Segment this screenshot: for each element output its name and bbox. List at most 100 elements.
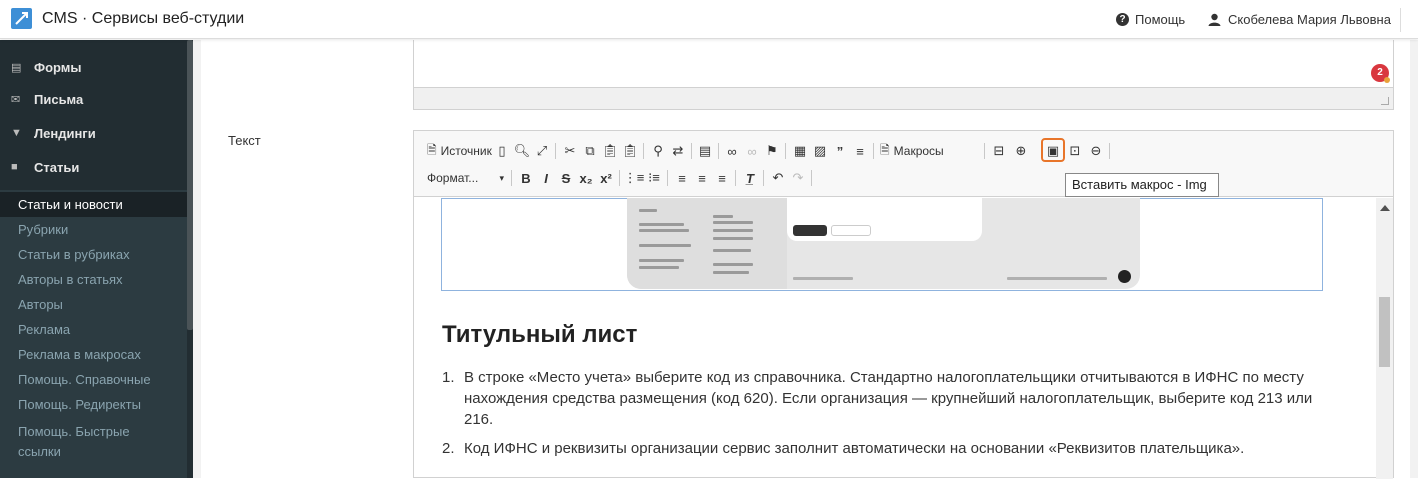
link-icon[interactable]: ∞ — [723, 142, 741, 160]
sidebar-item-help-quick-links[interactable]: Помощь. Быстрые ссылки — [0, 422, 165, 464]
macros-button[interactable]: 🗎 Макросы — [880, 141, 944, 161]
format-select[interactable]: Формат... ▾ — [427, 168, 504, 188]
horizontal-rule-icon[interactable]: ≡ — [851, 142, 869, 160]
question-icon: ? — [1116, 13, 1129, 26]
sidebar-item-articles-in-rubrics[interactable]: Статьи в рубриках — [0, 242, 187, 267]
editor-content[interactable]: Титульный лист 1. В строке «Место учета» … — [414, 198, 1376, 479]
italic-icon[interactable]: I — [537, 169, 555, 187]
sidebar-item-ads[interactable]: Реклама — [0, 317, 187, 342]
sidebar-section-articles[interactable]: ■ Статьи — [0, 150, 187, 184]
user-menu[interactable]: Скобелева Мария Львовна — [1208, 12, 1391, 27]
resize-handle[interactable] — [1381, 97, 1389, 105]
redo-icon[interactable]: ↷ — [789, 169, 807, 187]
maximize-icon[interactable]: ⤢ — [533, 142, 551, 160]
source-icon: 🗎 — [427, 142, 437, 157]
database-icon: ▤ — [11, 61, 22, 74]
paste-icon[interactable]: 📋︎ — [601, 142, 619, 160]
sidebar-section-label: Письма — [34, 91, 84, 107]
table-icon[interactable]: ▦ — [791, 142, 809, 160]
list-number: 2. — [442, 440, 455, 457]
sidebar-section-forms[interactable]: ▤ Формы — [0, 50, 187, 84]
sidebar-item-help-redirects[interactable]: Помощь. Редиректы — [0, 392, 187, 417]
toolbar-divider — [643, 143, 644, 159]
bulleted-list-icon[interactable]: ⁝≡ — [645, 169, 663, 187]
macro-img-highlight — [1041, 138, 1065, 162]
image-icon[interactable]: ▨ — [811, 142, 829, 160]
find-icon[interactable]: ⚲ — [649, 142, 667, 160]
align-right-icon[interactable]: ≡ — [713, 169, 731, 187]
select-all-icon[interactable]: ▤ — [696, 142, 714, 160]
cut-icon[interactable]: ✂ — [561, 142, 579, 160]
list-number: 1. — [442, 369, 455, 386]
top-divider — [1400, 8, 1401, 32]
anchor-icon[interactable]: ⚑ — [763, 142, 781, 160]
toolbar-divider — [718, 143, 719, 159]
sidebar-item-authors[interactable]: Авторы — [0, 292, 187, 317]
list-item: 1. В строке «Место учета» выберите код из… — [442, 367, 1342, 430]
help-label: Помощь — [1135, 12, 1186, 27]
sidebar-item-help-references[interactable]: Помощь. Справочные — [0, 367, 187, 392]
macro-block-icon[interactable]: ⊟ — [990, 142, 1008, 160]
content-heading: Титульный лист — [442, 321, 638, 348]
rich-text-editor: 🗎 Источник ▯ 🔍︎ ⤢ ✂ ⧉ 📋︎ 📋︎ ⚲ ⇄ ▤ ∞ ∞ ⚑ ▦… — [413, 130, 1394, 479]
sidebar-section-label: Формы — [34, 59, 82, 75]
subscript-icon[interactable]: x₂ — [577, 169, 595, 187]
sidebar-item-articles-news[interactable]: Статьи и новости — [0, 192, 187, 217]
toolbar-divider — [511, 170, 512, 186]
screenshot-button — [793, 225, 827, 236]
sidebar-item-ads-in-macros[interactable]: Реклама в макросах — [0, 342, 187, 367]
tooltip: Вставить макрос - Img — [1065, 173, 1219, 197]
preview-icon[interactable]: 🔍︎ — [513, 142, 531, 160]
toolbar-divider — [667, 170, 668, 186]
format-label: Формат... — [427, 171, 479, 185]
sidebar-item-authors-in-articles[interactable]: Авторы в статьях — [0, 267, 187, 292]
filter-icon: ▼ — [11, 127, 22, 139]
strikethrough-icon[interactable]: S — [557, 169, 575, 187]
help-link[interactable]: ? Помощь — [1116, 12, 1185, 27]
toolbar-divider — [984, 143, 985, 159]
toolbar-divider — [555, 143, 556, 159]
editor-toolbar: 🗎 Источник ▯ 🔍︎ ⤢ ✂ ⧉ 📋︎ 📋︎ ⚲ ⇄ ▤ ∞ ∞ ⚑ ▦… — [414, 131, 1393, 197]
sidebar-section-landings[interactable]: ▼ Лендинги — [0, 116, 187, 150]
undo-icon[interactable]: ↶ — [769, 169, 787, 187]
editor-scrollbar[interactable] — [1376, 198, 1393, 479]
align-center-icon[interactable]: ≡ — [693, 169, 711, 187]
embedded-image[interactable] — [441, 198, 1323, 291]
scrollbar-thumb[interactable] — [1379, 297, 1390, 367]
align-left-icon[interactable]: ≡ — [673, 169, 691, 187]
toolbar-divider — [763, 170, 764, 186]
toolbar-divider — [1109, 143, 1110, 159]
sidebar-section-label: Лендинги — [34, 125, 96, 141]
previous-field-editor[interactable] — [413, 40, 1394, 110]
top-bar: CMS · Сервисы веб-студии ? Помощь Скобел… — [0, 0, 1418, 39]
numbered-list-icon[interactable]: ⋮≡ — [624, 169, 645, 187]
macros-icon: 🗎 — [880, 142, 890, 157]
toolbar-divider — [619, 170, 620, 186]
remove-format-icon[interactable]: T̲ — [741, 169, 759, 187]
sidebar-section-letters[interactable]: ✉ Письма — [0, 82, 187, 116]
replace-icon[interactable]: ⇄ — [669, 142, 687, 160]
bold-icon[interactable]: B — [517, 169, 535, 187]
macro-link-icon[interactable]: ⊖ — [1087, 142, 1105, 160]
superscript-icon[interactable]: x² — [597, 169, 615, 187]
unlink-icon[interactable]: ∞ — [743, 142, 761, 160]
app-title[interactable]: CMS · Сервисы веб-студии — [42, 10, 244, 28]
quote-icon[interactable]: ” — [831, 142, 849, 160]
source-label: Источник — [440, 144, 492, 158]
save-icon[interactable]: ▯ — [493, 142, 511, 160]
paste-text-icon[interactable]: 📋︎ — [621, 142, 639, 160]
envelope-icon: ✉ — [11, 93, 21, 106]
logo-icon[interactable] — [11, 8, 32, 29]
user-icon — [1208, 13, 1221, 26]
screenshot-image — [627, 198, 1140, 289]
toolbar-divider — [735, 170, 736, 186]
chevron-down-icon: ▾ — [499, 172, 504, 183]
sidebar-item-rubrics[interactable]: Рубрики — [0, 217, 187, 242]
toolbar-divider — [811, 170, 812, 186]
source-button[interactable]: 🗎 Источник — [427, 141, 492, 161]
macro-download-icon[interactable]: ⊕ — [1012, 142, 1030, 160]
scroll-up-arrow-icon[interactable] — [1380, 205, 1390, 211]
sidebar-section-label: Статьи — [34, 159, 80, 175]
macro-embed-icon[interactable]: ⊡ — [1066, 142, 1084, 160]
copy-icon[interactable]: ⧉ — [581, 142, 599, 160]
